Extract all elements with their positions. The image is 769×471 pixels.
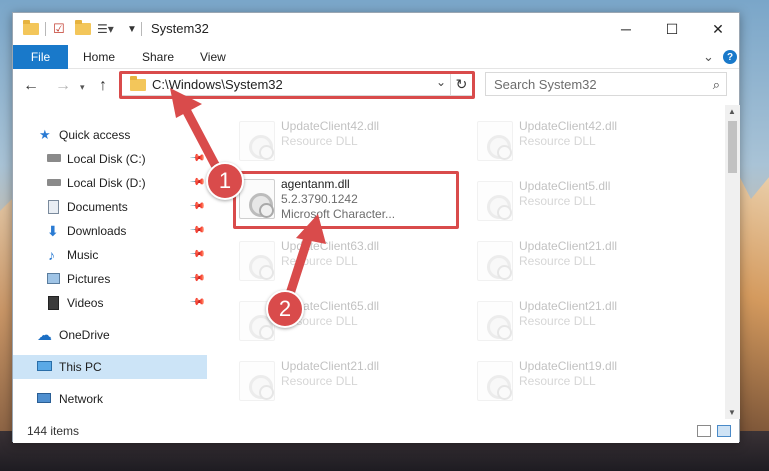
step-1-badge: 1 — [206, 162, 244, 200]
arrow-2-head — [296, 214, 326, 244]
annotation-arrows — [170, 88, 326, 305]
step-2-badge: 2 — [266, 290, 304, 328]
